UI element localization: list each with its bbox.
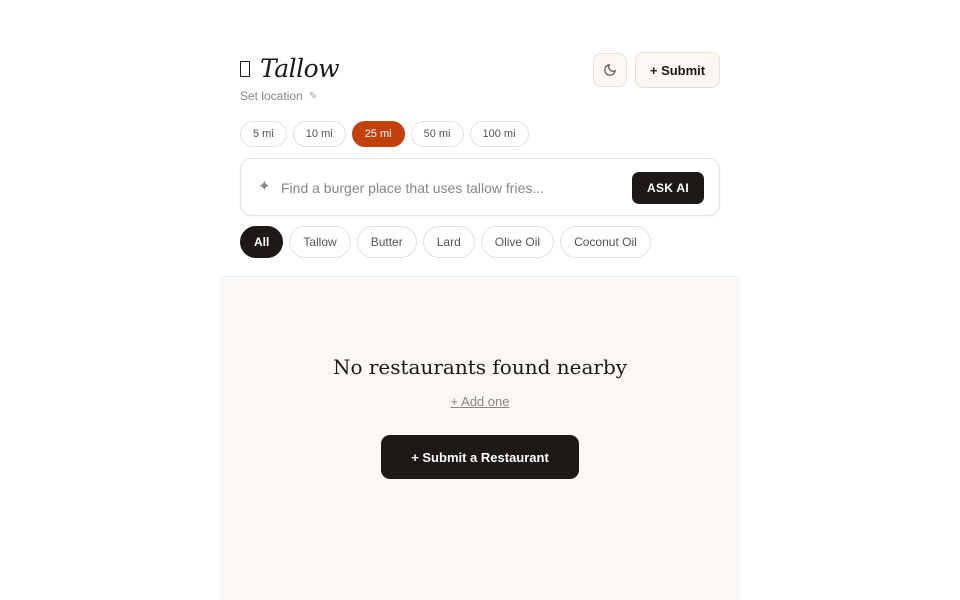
header: Tallow Set location ✎ + Submit 5 mi 10 m… — [220, 0, 740, 277]
distance-chip-5[interactable]: 5 mi — [240, 121, 287, 147]
sparkle-icon: ✦ — [258, 178, 271, 195]
moon-icon — [604, 64, 616, 76]
distance-chip-10[interactable]: 10 mi — [292, 121, 346, 147]
distance-filter: 5 mi 10 mi 25 mi 50 mi 100 mi — [240, 121, 529, 147]
submit-restaurant-button[interactable]: + Submit a Restaurant — [381, 435, 579, 479]
ask-ai-button[interactable]: ASK AI — [632, 172, 704, 204]
app-title: Tallow — [260, 54, 340, 83]
submit-button[interactable]: + Submit — [635, 52, 720, 88]
empty-state-title: No restaurants found nearby — [332, 355, 628, 379]
ai-search-box: ✦ ASK AI — [240, 158, 720, 216]
tallow-drop-icon — [240, 61, 250, 77]
location-label: Set location — [240, 89, 303, 103]
filter-chip-coconut-oil[interactable]: Coconut Oil — [560, 226, 651, 258]
filter-chip-olive-oil[interactable]: Olive Oil — [480, 226, 555, 258]
app-container: Tallow Set location ✎ + Submit 5 mi 10 m… — [220, 0, 740, 600]
set-location-link[interactable]: Set location ✎ — [240, 89, 317, 103]
fat-type-filter: All Tallow Butter Lard Olive Oil Coconut… — [240, 226, 651, 258]
logo[interactable]: Tallow — [240, 54, 340, 84]
results-area: No restaurants found nearby + Add one + … — [220, 278, 740, 600]
distance-chip-25[interactable]: 25 mi — [351, 121, 405, 147]
distance-chip-50[interactable]: 50 mi — [410, 121, 464, 147]
filter-chip-tallow[interactable]: Tallow — [289, 226, 351, 258]
filter-chip-lard[interactable]: Lard — [422, 226, 475, 258]
filter-chip-butter[interactable]: Butter — [356, 226, 417, 258]
add-one-link[interactable]: + Add one — [220, 394, 740, 409]
search-input[interactable] — [281, 176, 621, 200]
filter-chip-all[interactable]: All — [240, 226, 284, 258]
theme-toggle-button[interactable] — [593, 53, 627, 87]
distance-chip-100[interactable]: 100 mi — [469, 121, 529, 147]
pencil-icon: ✎ — [308, 90, 318, 102]
